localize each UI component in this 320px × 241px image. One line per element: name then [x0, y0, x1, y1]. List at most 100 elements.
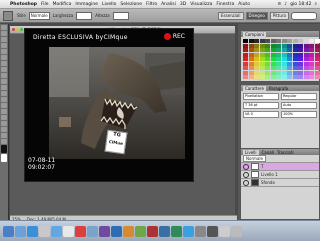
excel-icon[interactable]	[171, 225, 182, 237]
layer-name[interactable]: Sfondo	[261, 180, 275, 185]
address-book-icon[interactable]	[63, 225, 74, 237]
workspace-painting[interactable]: Pittura	[269, 11, 289, 20]
swatch[interactable]	[314, 48, 320, 52]
swatch[interactable]	[276, 61, 281, 66]
illustrator-icon[interactable]	[123, 225, 134, 237]
swatch[interactable]	[248, 61, 254, 66]
menu-item-image[interactable]: Immagine	[75, 2, 98, 7]
swatch[interactable]	[309, 61, 314, 66]
swatch[interactable]	[303, 66, 309, 70]
swatch[interactable]	[259, 43, 265, 48]
swatch[interactable]	[292, 70, 298, 75]
swatch[interactable]	[259, 57, 265, 61]
swatch[interactable]	[265, 52, 270, 57]
swatch[interactable]	[254, 75, 259, 79]
zoom-tool-icon[interactable]	[1, 139, 7, 144]
swatch[interactable]	[248, 48, 254, 52]
swatch[interactable]	[287, 70, 292, 75]
swatch[interactable]	[292, 39, 298, 43]
tracking-field[interactable]: VA 0	[243, 111, 279, 118]
swatch[interactable]	[298, 61, 303, 66]
background-color-swatch[interactable]	[1, 154, 7, 162]
swatch[interactable]	[265, 48, 270, 52]
swatch[interactable]	[303, 75, 309, 79]
font-style-select[interactable]: Regular	[281, 93, 317, 100]
workspace-essentials[interactable]: Essenziali	[217, 11, 244, 20]
swatch[interactable]	[303, 61, 309, 66]
swatch[interactable]	[314, 75, 320, 79]
swatch[interactable]	[287, 48, 292, 52]
swatch[interactable]	[276, 75, 281, 79]
swatch[interactable]	[292, 52, 298, 57]
swatch[interactable]	[259, 52, 265, 57]
move-tool-icon[interactable]	[1, 25, 7, 30]
swatch[interactable]	[281, 57, 287, 61]
swatch[interactable]	[309, 52, 314, 57]
swatch[interactable]	[309, 43, 314, 48]
swatch[interactable]	[265, 61, 270, 66]
swatch[interactable]	[243, 39, 248, 43]
swatch[interactable]	[281, 43, 287, 48]
finder-icon[interactable]	[3, 225, 14, 237]
swatch[interactable]	[243, 61, 248, 66]
swatch[interactable]	[281, 66, 287, 70]
tab-paths[interactable]: Tracciati	[277, 150, 294, 155]
swatch[interactable]	[314, 70, 320, 75]
stamp-tool-icon[interactable]	[1, 73, 7, 78]
calendar-icon[interactable]	[75, 225, 86, 237]
swatch[interactable]	[292, 66, 298, 70]
swatch[interactable]	[303, 48, 309, 52]
swatch[interactable]	[265, 57, 270, 61]
swatch[interactable]	[270, 52, 276, 57]
dodge-tool-icon[interactable]	[1, 103, 7, 108]
swatch[interactable]	[259, 39, 265, 43]
swatch[interactable]	[254, 48, 259, 52]
canvas-image[interactable]: Diretta ESCLUSIVA byCIMque REC TG CIMue	[24, 28, 194, 182]
swatch[interactable]	[248, 39, 254, 43]
swatch[interactable]	[276, 43, 281, 48]
swatch[interactable]	[309, 39, 314, 43]
dreamweaver-icon[interactable]	[135, 225, 146, 237]
swatch[interactable]	[314, 52, 320, 57]
swatch[interactable]	[287, 39, 292, 43]
crop-tool-icon[interactable]	[1, 49, 7, 54]
swatch[interactable]	[309, 57, 314, 61]
swatch[interactable]	[259, 48, 265, 52]
swatch[interactable]	[292, 61, 298, 66]
swatch[interactable]	[281, 52, 287, 57]
workspace-design[interactable]: Disegno	[245, 11, 268, 20]
menu-item-help[interactable]: Aiuto	[238, 2, 250, 7]
zoom-button[interactable]	[20, 28, 23, 31]
layer-name[interactable]: Livello 1	[261, 172, 278, 177]
trash-icon[interactable]	[231, 225, 242, 237]
hand-tool-icon[interactable]	[1, 133, 7, 138]
mail-icon[interactable]	[27, 225, 38, 237]
swatch[interactable]	[314, 66, 320, 70]
search-icon[interactable]: ⌕	[314, 1, 317, 7]
flash-icon[interactable]	[147, 225, 158, 237]
swatch[interactable]	[276, 66, 281, 70]
menu-item-filter[interactable]: Filtro	[146, 2, 157, 7]
menu-item-select[interactable]: Selezione	[120, 2, 142, 7]
swatch[interactable]	[309, 66, 314, 70]
width-field[interactable]	[76, 11, 93, 20]
layer-row[interactable]: Sfondo	[241, 179, 319, 187]
swatch[interactable]	[270, 61, 276, 66]
swatch[interactable]	[265, 43, 270, 48]
swatch[interactable]	[281, 61, 287, 66]
blend-mode-select[interactable]: Normale	[243, 155, 266, 162]
swatch[interactable]	[314, 43, 320, 48]
swatch[interactable]	[270, 48, 276, 52]
eye-icon[interactable]	[243, 179, 249, 186]
swatch[interactable]	[287, 57, 292, 61]
menu-item-edit[interactable]: Modifica	[53, 2, 72, 7]
healing-tool-icon[interactable]	[1, 61, 7, 66]
app-name[interactable]: Photoshop	[10, 2, 37, 7]
marquee-tool-icon[interactable]	[3, 10, 13, 21]
tab-character[interactable]: Carattere	[243, 85, 266, 91]
swatch[interactable]	[292, 48, 298, 52]
minimize-button[interactable]	[16, 28, 19, 31]
swatch[interactable]	[259, 61, 265, 66]
swatch[interactable]	[281, 70, 287, 75]
brush-tool-icon[interactable]	[1, 67, 7, 72]
